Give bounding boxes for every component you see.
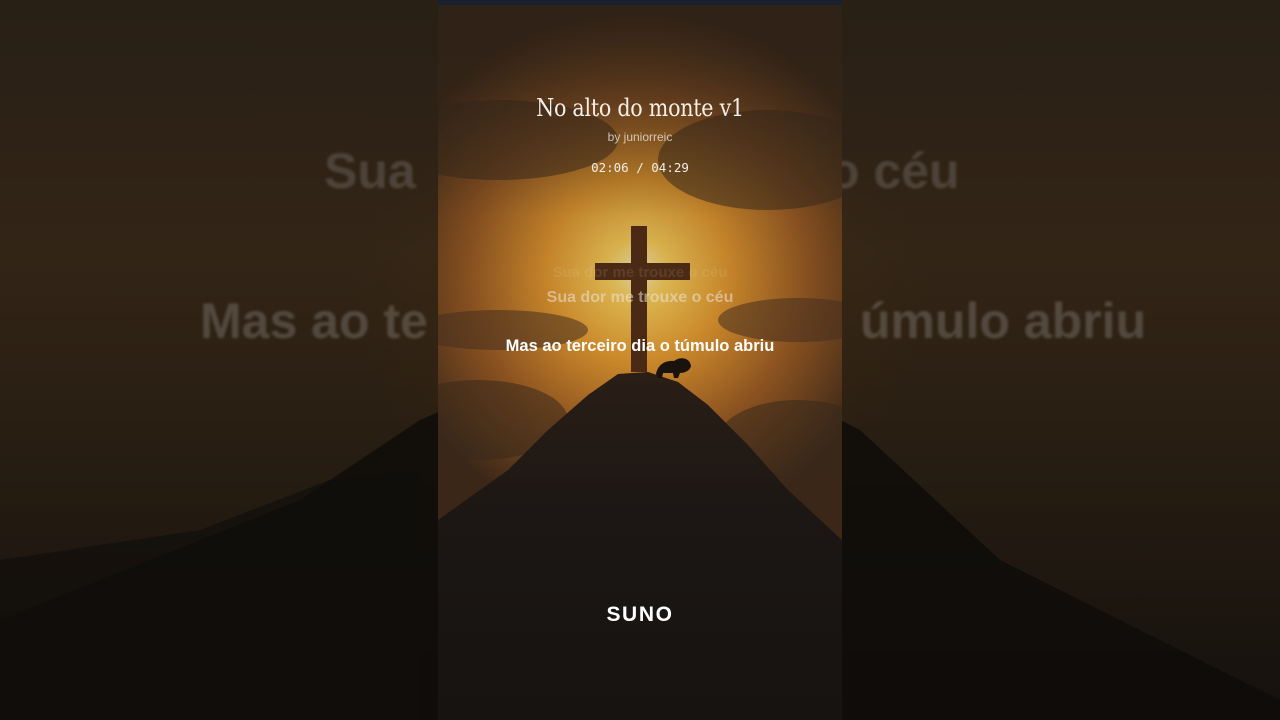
lyric-line-current: Mas ao terceiro dia o túmulo abriu	[505, 337, 775, 355]
player-panel[interactable]: No alto do monte v1 by juniorreic 02:06 …	[438, 0, 842, 720]
top-strip	[438, 0, 842, 5]
playback-time: 02:06 / 04:29	[591, 160, 689, 175]
song-artist[interactable]: by juniorreic	[438, 130, 842, 144]
song-title: No alto do monte v1	[536, 94, 744, 122]
suno-logo: SUNO	[606, 603, 674, 626]
lyric-line-faded: Sua dor me trouxe o céu	[552, 264, 728, 281]
lyric-line-previous: Sua dor me trouxe o céu	[546, 289, 734, 306]
